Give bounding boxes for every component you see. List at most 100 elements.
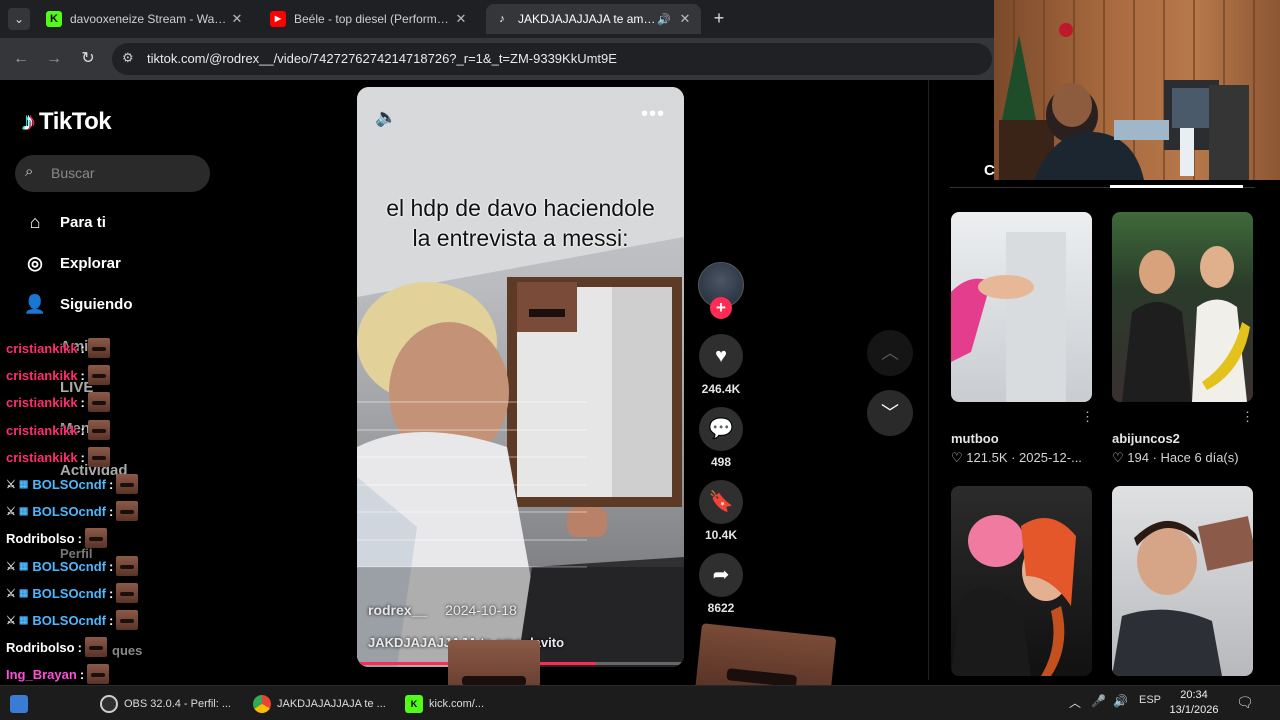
chat-badge-icon: ⚔ xyxy=(6,560,16,573)
tab-title: davooxeneize Stream - Watch L xyxy=(70,12,229,26)
microphone-icon[interactable]: 🎤 xyxy=(1091,694,1106,708)
more-options-icon[interactable]: ••• xyxy=(641,103,665,126)
tab-title: JAKDJAJAJJAJA te amo davit xyxy=(518,12,657,26)
comment-button[interactable]: 💬 498 xyxy=(697,407,745,469)
windows-icon xyxy=(10,695,28,713)
close-icon[interactable]: ✕ xyxy=(677,11,693,27)
chat-separator: : xyxy=(77,530,82,546)
video-thumbnail[interactable] xyxy=(1112,212,1253,402)
video-author[interactable]: rodrex__ xyxy=(368,602,427,618)
sidebar-item-label: Siguiendo xyxy=(60,295,133,313)
tiktok-icon: ♪ xyxy=(22,106,35,136)
chat-badge-icon: ⚔ xyxy=(6,614,16,627)
video-caption: el hdp de davo haciendole la entrevista … xyxy=(357,193,684,253)
card-username[interactable]: mutboo xyxy=(951,431,1082,446)
chat-separator: : xyxy=(109,558,114,574)
start-button[interactable] xyxy=(10,692,34,716)
chat-separator: : xyxy=(109,476,114,492)
chat-username: BOLSOcndf xyxy=(32,558,106,574)
thumbnail-image xyxy=(951,515,1076,676)
heart-outline-icon: ♡ xyxy=(951,450,963,465)
chat-separator: : xyxy=(77,639,82,655)
caption-line: el hdp de davo haciendole xyxy=(386,195,655,221)
chat-username: cristiankikk xyxy=(6,449,78,465)
close-icon[interactable]: ✕ xyxy=(453,11,469,27)
search-box[interactable]: ⌕ xyxy=(15,155,210,192)
follow-plus-icon[interactable]: + xyxy=(710,297,732,319)
sidebar-item-siguiendo[interactable]: 👤 Siguiendo xyxy=(22,289,133,319)
speaker-icon[interactable]: 🔊 xyxy=(657,13,671,26)
tab-search-button[interactable]: ⌄ xyxy=(8,8,30,30)
chat-message: ⚔ ▦ BOLSOcndf: xyxy=(6,555,139,577)
tab-title: Beéle - top diesel (Performance xyxy=(294,12,453,26)
heart-outline-icon: ♡ xyxy=(1112,450,1124,465)
chat-badge-icon: ⚔ xyxy=(6,505,16,518)
back-icon[interactable]: ← xyxy=(10,48,32,70)
chat-username: cristiankikk xyxy=(6,394,78,410)
video-card-meta: abijuncos2 ♡ 194 · Hace 6 día(s) xyxy=(1112,431,1239,465)
taskbar-item-label: kick.com/... xyxy=(429,698,485,710)
video-thumbnail[interactable] xyxy=(951,486,1092,676)
close-icon[interactable]: ✕ xyxy=(229,11,245,27)
share-button[interactable]: ➦ 8622 xyxy=(697,553,745,615)
chat-separator: : xyxy=(109,503,114,519)
language-indicator[interactable]: ESP xyxy=(1139,694,1161,706)
more-options-icon[interactable]: ⋮ xyxy=(1241,409,1254,425)
chat-message: Ing_Brayan: xyxy=(6,663,110,685)
chevron-up-icon[interactable]: ︿ xyxy=(1069,694,1081,711)
chat-separator: : xyxy=(79,666,85,682)
chat-message: cristiankikk: xyxy=(6,337,110,359)
like-button[interactable]: ♥ 246.4K xyxy=(697,334,745,396)
chat-message: Rodribolso: xyxy=(6,636,107,658)
reload-icon[interactable]: ↻ xyxy=(77,48,99,70)
previous-video-button[interactable]: ︿ xyxy=(867,330,913,376)
chat-message: ⚔ ▦ BOLSOcndf: xyxy=(6,500,139,522)
youtube-icon: ▶ xyxy=(270,11,286,27)
video-thumbnail[interactable] xyxy=(1112,486,1253,676)
clock-time: 20:34 xyxy=(1180,689,1208,701)
chat-message: Rodribolso: xyxy=(6,527,107,549)
tiktok-logo[interactable]: ♪ TikTok xyxy=(22,106,112,137)
chat-username: cristiankikk xyxy=(6,422,78,438)
card-username[interactable]: abijuncos2 xyxy=(1112,431,1239,446)
chat-username: Ing_Brayan xyxy=(6,666,77,682)
tiktok-icon: ♪ xyxy=(499,13,505,25)
tab-creator-videos[interactable]: C xyxy=(984,162,995,179)
taskbar-item-chrome[interactable]: JAKDJAJAJJAJA te ... xyxy=(253,692,386,716)
taskbar-item-obs[interactable]: OBS 32.0.4 - Perfil: ... xyxy=(100,692,231,716)
kick-icon: K xyxy=(405,695,423,713)
video-thumbnail[interactable] xyxy=(951,212,1092,402)
chat-username: BOLSOcndf xyxy=(32,612,106,628)
tab-tiktok[interactable]: ♪ JAKDJAJAJJAJA te amo davit 🔊 ✕ xyxy=(486,4,701,34)
taskbar-item-kick[interactable]: K kick.com/... xyxy=(405,692,484,716)
sidebar-item-para-ti[interactable]: ⌂ Para ti xyxy=(22,207,106,237)
heart-icon: ♥ xyxy=(699,334,743,378)
os-taskbar: OBS 32.0.4 - Perfil: ... JAKDJAJAJJAJA t… xyxy=(0,685,1280,720)
chat-emote xyxy=(87,392,110,412)
chat-emote xyxy=(116,610,139,630)
sidebar-item-explorar[interactable]: ◎ Explorar xyxy=(22,248,121,278)
sidebar-footer-text: ques xyxy=(112,635,142,665)
chat-username: Rodribolso xyxy=(6,639,75,655)
tab-kick[interactable]: K davooxeneize Stream - Watch L ✕ xyxy=(38,4,253,34)
speaker-icon[interactable]: 🔊 xyxy=(1113,694,1128,708)
chat-username: BOLSOcndf xyxy=(32,476,106,492)
tab-youtube[interactable]: ▶ Beéle - top diesel (Performance ✕ xyxy=(262,4,477,34)
more-options-icon[interactable]: ⋮ xyxy=(1081,409,1094,425)
forward-icon[interactable]: → xyxy=(43,48,65,70)
notification-icon[interactable]: 🗨 xyxy=(1236,694,1254,711)
volume-icon[interactable]: 🔈 xyxy=(375,107,397,128)
system-clock[interactable]: 20:34 13/1/2026 xyxy=(1168,688,1220,718)
search-input[interactable] xyxy=(51,163,201,183)
chat-username: Rodribolso xyxy=(6,530,75,546)
save-button[interactable]: 🔖 10.4K xyxy=(697,480,745,542)
next-video-button[interactable]: ﹀ xyxy=(867,390,913,436)
new-tab-button[interactable]: + xyxy=(708,8,730,30)
url-field[interactable]: ⚙ tiktok.com/@rodrex__/video/74272762742… xyxy=(112,43,992,75)
chat-message: ⚔ ▦ BOLSOcndf: xyxy=(6,582,139,604)
share-icon: ➦ xyxy=(699,553,743,597)
video-player[interactable]: 🔈 ••• el hdp de davo haciendole la entre… xyxy=(357,87,684,667)
compass-icon: ◎ xyxy=(27,252,43,273)
site-info-icon[interactable]: ⚙ xyxy=(122,50,134,66)
obs-icon xyxy=(100,695,118,713)
